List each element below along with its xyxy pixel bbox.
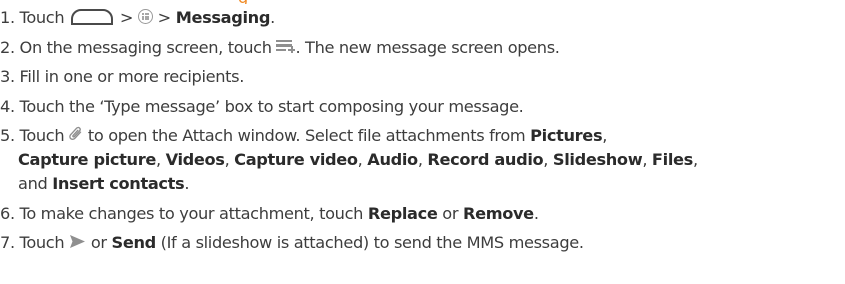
separator: > [157, 8, 172, 27]
step-number: 7. [0, 233, 15, 252]
replace-label: Replace [367, 204, 438, 223]
step-number: 6. [0, 204, 15, 223]
option-capture-picture: Capture picture [18, 150, 156, 169]
step-2: 2. On the messaging screen, touch . The … [0, 36, 560, 60]
step-3: 3. Fill in one or more recipients. [0, 65, 244, 89]
step-number: 3. [0, 67, 15, 86]
option-files: Files [651, 150, 693, 169]
new-message-icon [276, 39, 296, 53]
step-text: . The new message screen opens. [295, 38, 560, 57]
option-capture-video: Capture video [234, 150, 358, 169]
send-icon [70, 235, 86, 248]
step-7: 7. Touch or Send (If a slideshow is atta… [0, 231, 584, 255]
step-5: 5. Touch to open the Attach window. Sele… [0, 126, 608, 145]
step-4: 4. Touch the ‘Type message’ box to start… [0, 95, 524, 119]
step-text: Fill in one or more recipients. [19, 67, 245, 86]
step-6: 6. To make changes to your attachment, t… [0, 204, 539, 223]
step-number: 2. [0, 38, 15, 57]
option-pictures: Pictures [530, 126, 603, 145]
step-number: 1. [0, 8, 15, 27]
option-videos: Videos [165, 150, 225, 169]
messaging-label: Messaging [175, 8, 271, 27]
step-text: to open the Attach window. Select file a… [87, 126, 526, 145]
home-icon [71, 8, 114, 25]
send-label: Send [111, 233, 157, 252]
step-text: On the messaging screen, touch [19, 38, 272, 57]
step-text: or [90, 233, 107, 252]
step-text: and [18, 174, 48, 193]
header-strip: g [0, 0, 845, 4]
step-text: Touch [19, 126, 65, 145]
step-text: Touch [19, 233, 65, 252]
step-number: 5. [0, 126, 15, 145]
apps-icon [137, 9, 153, 24]
option-insert-contacts: Insert contacts [52, 174, 185, 193]
paperclip-icon [69, 126, 82, 140]
separator: > [119, 8, 134, 27]
heading-fragment: g [238, 0, 248, 4]
step-text: To make changes to your attachment, touc… [19, 204, 364, 223]
step-text: Touch the ‘Type message’ box to start co… [19, 97, 524, 116]
step-5-continued-1: Capture picture, Videos, Capture video, … [18, 150, 698, 169]
step-text: (If a slideshow is attached) to send the… [160, 233, 584, 252]
step-5-continued-2: and Insert contacts. [18, 174, 190, 193]
step-text: or [442, 204, 459, 223]
option-audio: Audio [367, 150, 418, 169]
step-number: 4. [0, 97, 15, 116]
option-slideshow: Slideshow [552, 150, 643, 169]
step-1: 1. Touch > > Messaging. [0, 8, 275, 27]
remove-label: Remove [462, 204, 534, 223]
option-record-audio: Record audio [427, 150, 544, 169]
step-text: Touch [19, 8, 65, 27]
